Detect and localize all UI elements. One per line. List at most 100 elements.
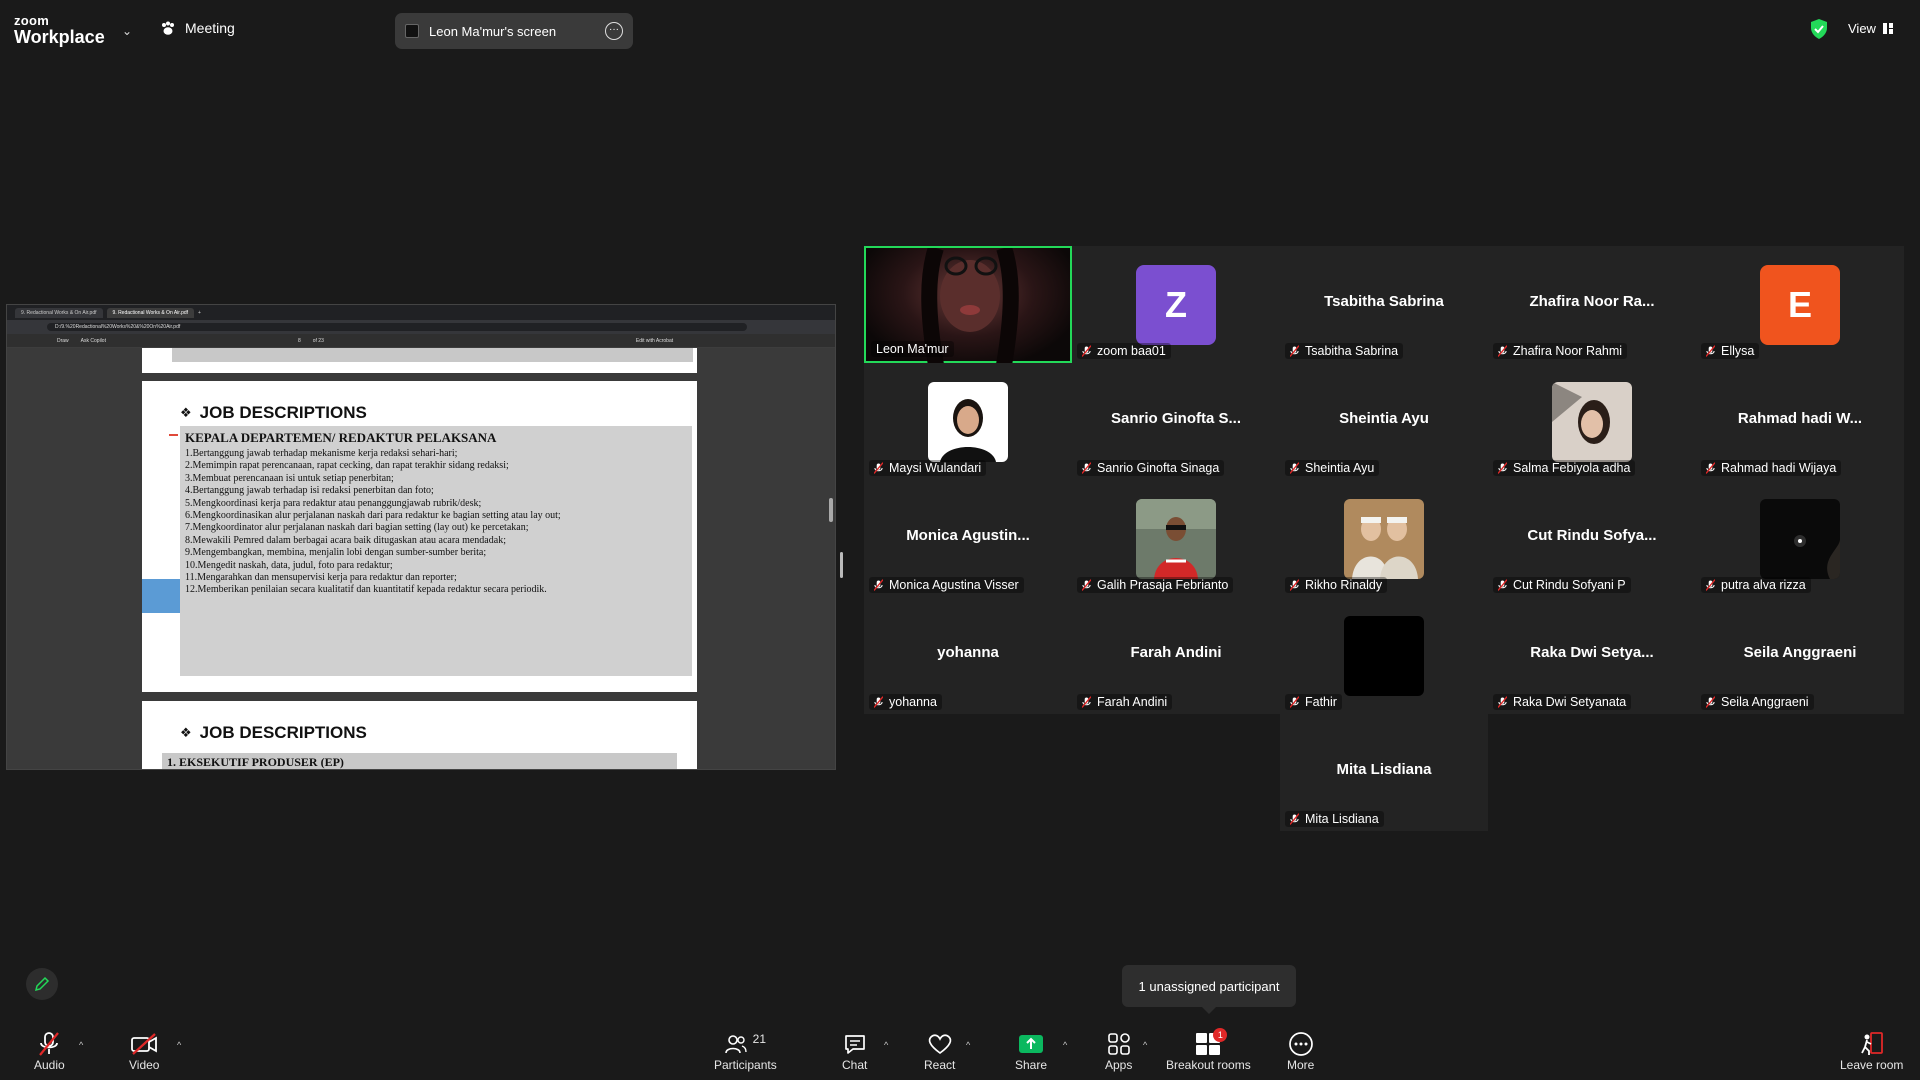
mic-muted-icon [1498,461,1507,474]
job-description-box: KEPALA DEPARTEMEN/ REDAKTUR PELAKSANA 1.… [180,426,692,676]
leave-room-button[interactable]: Leave room [1840,1030,1903,1072]
audio-options-chevron-icon[interactable]: ^ [79,1040,83,1050]
mic-muted-icon [1082,461,1091,474]
participant-name-label: Raka Dwi Setyanata [1493,694,1632,710]
screen-share-pill[interactable]: Leon Ma'mur's screen ··· [395,13,633,49]
participant-tile[interactable]: Rikho Rinaldy [1280,480,1488,597]
participant-name-label: Farah Andini [1077,694,1173,710]
participant-tile[interactable]: Rahmad hadi W... Rahmad hadi Wijaya [1696,363,1904,480]
chevron-down-icon[interactable]: ⌄ [122,24,132,38]
view-label: View [1848,21,1876,36]
participant-tile[interactable]: Fathir [1280,597,1488,714]
avatar [1552,382,1632,462]
participant-name-label: Mita Lisdiana [1285,811,1384,827]
meeting-toolbar: Audio ^ Video ^ 21 Participants Chat ^ R… [0,1022,1920,1080]
participant-name: Seila Anggraeni [1721,695,1809,709]
job-list-item: 6.Mengkoordinasikan alur perjalanan nask… [185,510,561,522]
participant-name: Sheintia Ayu [1305,461,1375,475]
split-resize-handle[interactable] [840,552,843,578]
avatar [1136,499,1216,579]
video-options-chevron-icon[interactable]: ^ [177,1040,181,1050]
chat-options-chevron-icon[interactable]: ^ [884,1040,888,1050]
participant-display-name: Zhafira Noor Ra... [1529,293,1655,310]
participant-tile[interactable]: Zzoom baa01 [1072,246,1280,363]
shared-screen[interactable]: 9. Redactional Works & On Air.pdf 9. Red… [6,304,836,770]
diamond-bullet-icon: ❖ [180,405,192,420]
participant-tile[interactable]: Maysi Wulandari [864,363,1072,480]
slide-accent-bar [142,579,180,613]
participant-name: Zhafira Noor Rahmi [1513,344,1623,358]
mic-muted-icon [1706,461,1715,474]
paw-icon [162,21,174,35]
stop-share-icon [405,24,419,38]
participant-name: zoom baa01 [1097,344,1166,358]
participant-name: Cut Rindu Sofyani P [1513,578,1626,592]
breakout-badge: 1 [1213,1028,1228,1042]
participant-name-label: Sheintia Ayu [1285,460,1380,476]
avatar: E [1760,265,1840,345]
participant-display-name: Sanrio Ginofta S... [1110,410,1241,427]
mic-muted-icon [1290,461,1299,474]
participant-tile[interactable]: Zhafira Noor Ra... Zhafira Noor Rahmi [1488,246,1696,363]
job-list-item: 5.Mengkoordinasi kerja para redaktur ata… [185,497,482,509]
participant-display-name: Tsabitha Sabrina [1324,293,1444,310]
mic-muted-icon [1498,695,1507,708]
participant-tile[interactable]: Tsabitha Sabrina Tsabitha Sabrina [1280,246,1488,363]
participant-tile[interactable]: Galih Prasaja Febrianto [1072,480,1280,597]
more-options-icon[interactable]: ··· [605,22,623,40]
participant-name: Maysi Wulandari [889,461,982,475]
apps-options-chevron-icon[interactable]: ^ [1143,1040,1147,1050]
avatar [1760,499,1840,579]
participant-tile[interactable]: Cut Rindu Sofya... Cut Rindu Sofyani P [1488,480,1696,597]
participant-tile[interactable]: Sanrio Ginofta S... Sanrio Ginofta Sinaga [1072,363,1280,480]
participant-tile[interactable]: E Ellysa [1696,246,1904,363]
participant-display-name: Monica Agustin... [906,527,1030,544]
participant-name-label: Sanrio Ginofta Sinaga [1077,460,1225,476]
participant-tile[interactable]: Sheintia Ayu Sheintia Ayu [1280,363,1488,480]
participant-tile[interactable]: Salma Febiyola adha [1488,363,1696,480]
chat-icon [844,1035,865,1054]
participant-tile[interactable]: Monica Agustin... Monica Agustina Visser [864,480,1072,597]
participant-display-name: Raka Dwi Setya... [1530,644,1654,661]
video-off-icon [131,1033,158,1055]
participants-button[interactable]: 21 Participants [714,1030,777,1072]
annotate-button[interactable] [26,968,58,1000]
share-button[interactable]: Share [1015,1030,1047,1072]
job-list-item: 9.Mengembangkan, membina, menjalin lobi … [185,547,487,559]
screen-share-label: Leon Ma'mur's screen [429,23,557,39]
react-button[interactable]: React [924,1030,955,1072]
participant-tile[interactable]: putra alva rizza [1696,480,1904,597]
participant-name: Ellysa [1721,344,1755,358]
pdf-scrollbar[interactable] [829,498,833,522]
participant-name: Mita Lisdiana [1305,812,1379,826]
participant-tile[interactable]: Mita Lisdiana Mita Lisdiana [1280,714,1488,831]
page-heading: ❖ JOB DESCRIPTIONS [180,723,367,742]
participant-name: Monica Agustina Visser [889,578,1019,592]
participant-tile[interactable]: Farah Andini Farah Andini [1072,597,1280,714]
mic-muted-icon [1082,344,1091,357]
view-button[interactable]: View [1848,21,1893,36]
shield-check-icon[interactable] [1810,18,1828,40]
more-button[interactable]: More [1287,1030,1314,1072]
share-options-chevron-icon[interactable]: ^ [1063,1040,1067,1050]
participant-tile[interactable]: Leon Ma'mur [864,245,1072,367]
react-options-chevron-icon[interactable]: ^ [966,1040,970,1050]
participant-name: Tsabitha Sabrina [1305,344,1399,358]
job-list-item: 7.Mengkoordinator alur perjalanan naskah… [185,522,529,534]
breakout-rooms-button[interactable]: 1 Breakout rooms [1166,1028,1251,1072]
apps-button[interactable]: Apps [1105,1030,1132,1072]
participants-icon [724,1035,747,1054]
job-list-item: 2.Memimpin rapat perencanaan, rapat ceck… [185,460,509,472]
chat-button[interactable]: Chat [842,1030,867,1072]
video-button[interactable]: Video [129,1030,159,1072]
meeting-menu[interactable]: Meeting [160,20,235,36]
mic-muted-icon [1290,812,1299,825]
participant-tile[interactable]: yohanna yohanna [864,597,1072,714]
participant-tile[interactable]: Raka Dwi Setya... Raka Dwi Setyanata [1488,597,1696,714]
browser-tab: 9. Redactional Works & On Air.pdf [106,307,195,318]
participant-name-label: yohanna [869,694,942,710]
audio-button[interactable]: Audio [34,1030,65,1072]
mic-muted-icon [1290,344,1299,357]
participant-tile[interactable]: Seila Anggraeni Seila Anggraeni [1696,597,1904,714]
mic-muted-icon [1082,578,1091,591]
